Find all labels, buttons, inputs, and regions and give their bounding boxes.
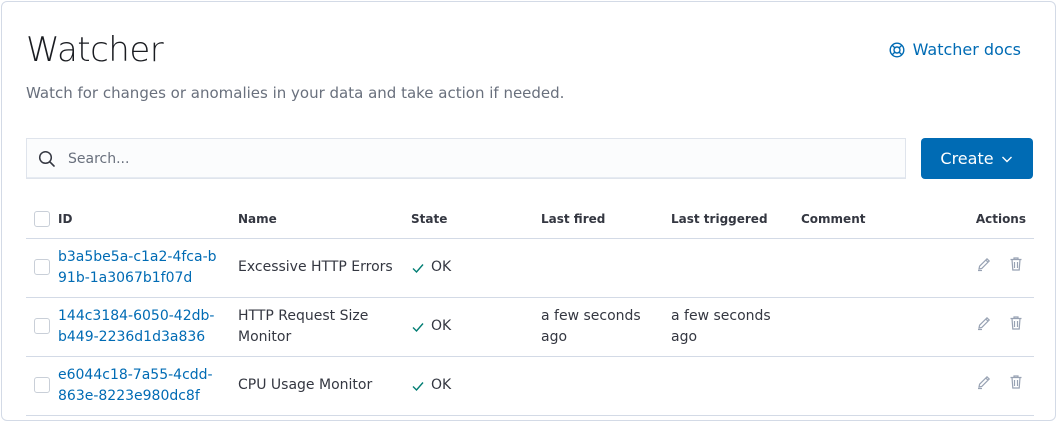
watcher-panel: Watcher Watcher docs Watch for changes o…	[1, 1, 1056, 421]
check-icon	[412, 381, 424, 391]
column-header-id[interactable]: ID	[50, 201, 230, 239]
column-header-name[interactable]: Name	[230, 201, 403, 239]
pencil-icon	[978, 257, 991, 272]
page-description: Watch for changes or anomalies in your d…	[26, 84, 565, 102]
column-header-actions: Actions	[923, 201, 1034, 239]
state-text: OK	[431, 377, 452, 393]
comment	[793, 297, 923, 357]
watcher-docs-label: Watcher docs	[912, 40, 1021, 59]
watch-name: HTTP Request Size Monitor	[230, 297, 403, 357]
chevron-down-icon	[1001, 156, 1012, 162]
watcher-docs-link[interactable]: Watcher docs	[889, 40, 1021, 59]
watches-table: ID Name State Last fired Last triggered …	[26, 201, 1034, 416]
create-button[interactable]: Create	[921, 138, 1033, 179]
last-fired: a few seconds ago	[533, 297, 663, 357]
table-row: 144c3184-6050-42db-b449-2236d1d3a836 HTT…	[26, 297, 1034, 357]
select-all-checkbox[interactable]	[34, 211, 50, 228]
check-icon	[412, 322, 424, 332]
pencil-icon	[978, 316, 991, 331]
row-checkbox[interactable]	[34, 259, 50, 275]
check-icon	[412, 263, 424, 273]
column-header-state[interactable]: State	[403, 201, 533, 239]
last-triggered: a few seconds ago	[663, 297, 793, 357]
comment	[793, 356, 923, 416]
page-title: Watcher	[26, 30, 164, 70]
table-row: b3a5be5a-c1a2-4fca-b91b-1a3067b1f07d Exc…	[26, 238, 1034, 298]
help-lifebuoy-icon	[889, 41, 905, 58]
watch-id-link[interactable]: 144c3184-6050-42db-b449-2236d1d3a836	[58, 306, 218, 348]
last-triggered	[663, 356, 793, 416]
column-header-last-triggered[interactable]: Last triggered	[663, 201, 793, 239]
watch-id-link[interactable]: b3a5be5a-c1a2-4fca-b91b-1a3067b1f07d	[58, 247, 218, 289]
delete-button[interactable]	[1008, 374, 1024, 390]
edit-button[interactable]	[976, 256, 992, 272]
watch-name: Excessive HTTP Errors	[230, 238, 403, 298]
create-button-label: Create	[940, 149, 994, 168]
last-fired	[533, 356, 663, 416]
last-fired	[533, 238, 663, 298]
row-checkbox[interactable]	[34, 318, 50, 334]
delete-button[interactable]	[1008, 256, 1024, 272]
comment	[793, 238, 923, 298]
column-header-comment[interactable]: Comment	[793, 201, 923, 239]
table-row: e6044c18-7a55-4cdd-863e-8223e980dc8f CPU…	[26, 356, 1034, 416]
watch-id-link[interactable]: e6044c18-7a55-4cdd-863e-8223e980dc8f	[58, 365, 218, 407]
last-triggered	[663, 238, 793, 298]
column-header-last-fired[interactable]: Last fired	[533, 201, 663, 239]
trash-icon	[1010, 257, 1022, 271]
state-text: OK	[431, 318, 452, 334]
row-checkbox[interactable]	[34, 377, 50, 393]
delete-button[interactable]	[1008, 315, 1024, 331]
state-text: OK	[431, 259, 452, 275]
trash-icon	[1010, 375, 1022, 389]
state-cell: OK	[411, 257, 525, 278]
edit-button[interactable]	[976, 315, 992, 331]
search-bar	[26, 138, 906, 179]
search-icon	[38, 150, 55, 167]
pencil-icon	[978, 375, 991, 390]
state-cell: OK	[411, 375, 525, 396]
edit-button[interactable]	[976, 374, 992, 390]
table-header-row: ID Name State Last fired Last triggered …	[26, 201, 1034, 239]
trash-icon	[1010, 316, 1022, 330]
search-input[interactable]	[66, 149, 905, 168]
watch-name: CPU Usage Monitor	[230, 356, 403, 416]
state-cell: OK	[411, 316, 525, 337]
